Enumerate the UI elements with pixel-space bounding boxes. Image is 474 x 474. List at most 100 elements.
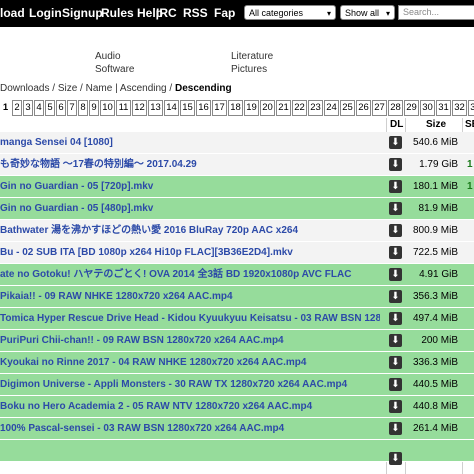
nav-upload-link[interactable]: load: [0, 0, 25, 27]
page-link[interactable]: 29: [404, 100, 419, 116]
page-link[interactable]: 5: [45, 100, 55, 116]
torrent-size: 356.3 MiB: [412, 291, 458, 302]
breadcrumb-name[interactable]: Name: [86, 83, 113, 94]
table-row: Tomica Hyper Rescue Drive Head - Kidou K…: [0, 308, 474, 330]
torrent-size: 261.4 MiB: [412, 423, 458, 434]
breadcrumb-ascending[interactable]: Ascending: [120, 83, 167, 94]
page-link[interactable]: 21: [276, 100, 291, 116]
nav-login-link[interactable]: Login: [29, 0, 62, 27]
nav-irc-link[interactable]: IRC: [156, 0, 177, 27]
col-header-dl[interactable]: DL: [390, 118, 403, 132]
download-icon[interactable]: ⬇: [389, 180, 402, 193]
page-link[interactable]: 8: [78, 100, 88, 116]
page-link: 1: [0, 100, 11, 116]
page-link[interactable]: 33: [468, 100, 474, 116]
page-link[interactable]: 2: [12, 100, 22, 116]
torrent-name-link[interactable]: Bathwater 湯を沸かすほどの熱い愛 2016 BluRay 720p A…: [0, 220, 380, 242]
page-link[interactable]: 13: [148, 100, 163, 116]
page-link[interactable]: 20: [260, 100, 275, 116]
torrent-size: 336.3 MiB: [412, 357, 458, 368]
download-icon[interactable]: ⬇: [389, 452, 402, 465]
page-link[interactable]: 25: [340, 100, 355, 116]
torrent-name-link[interactable]: Kyoukai no Rinne 2017 - 04 RAW NHKE 1280…: [0, 352, 380, 374]
page-link[interactable]: 3: [23, 100, 33, 116]
page-link[interactable]: 16: [196, 100, 211, 116]
torrent-size: [404, 440, 458, 462]
download-icon[interactable]: ⬇: [389, 312, 402, 325]
page-link[interactable]: 19: [244, 100, 259, 116]
download-icon[interactable]: ⬇: [389, 246, 402, 259]
nav-rules-help-link[interactable]: Rules Help: [101, 0, 163, 27]
category-pictures-link[interactable]: Pictures: [231, 64, 267, 75]
show-filter-select[interactable]: Show all ▾: [340, 5, 395, 20]
torrent-name-link[interactable]: Tomica Hyper Rescue Drive Head - Kidou K…: [0, 308, 380, 330]
torrent-name-link[interactable]: Gin no Guardian - 05 [720p].mkv: [0, 176, 380, 198]
torrent-name-link[interactable]: ate no Gotoku! ハヤテのごとく! OVA 2014 全3話 BD …: [0, 264, 380, 286]
page-link[interactable]: 12: [132, 100, 147, 116]
pagination: 1 2 3 4 5 6 7 8 9 10 11 12 13 14 15 16 17 18 19 20 21 22 23 24 2…: [0, 100, 474, 116]
page-link[interactable]: 15: [180, 100, 195, 116]
torrent-size: 440.8 MiB: [412, 401, 458, 412]
page-link[interactable]: 31: [436, 100, 451, 116]
page-link[interactable]: 24: [324, 100, 339, 116]
torrent-name-link[interactable]: Digimon Universe - Appli Monsters - 30 R…: [0, 374, 380, 396]
torrent-name-link[interactable]: [0, 440, 380, 462]
category-select-value: All categories: [249, 8, 304, 18]
download-icon[interactable]: ⬇: [389, 334, 402, 347]
page-link[interactable]: 26: [356, 100, 371, 116]
table-row: manga Sensei 04 [1080] ⬇ 540.6 MiB: [0, 132, 474, 154]
page-link[interactable]: 17: [212, 100, 227, 116]
breadcrumb-size[interactable]: Size: [58, 83, 77, 94]
torrent-size: 440.5 MiB: [412, 379, 458, 390]
breadcrumb-downloads[interactable]: Downloads: [0, 83, 49, 94]
download-icon[interactable]: ⬇: [389, 224, 402, 237]
download-icon[interactable]: ⬇: [389, 268, 402, 281]
download-icon[interactable]: ⬇: [389, 422, 402, 435]
page-link[interactable]: 18: [228, 100, 243, 116]
download-icon[interactable]: ⬇: [389, 202, 402, 215]
torrent-name-link[interactable]: 100% Pascal-sensei - 03 RAW BSN 1280x720…: [0, 418, 380, 440]
table-row: Boku no Hero Academia 2 - 05 RAW NTV 128…: [0, 396, 474, 418]
torrent-name-link[interactable]: Boku no Hero Academia 2 - 05 RAW NTV 128…: [0, 396, 380, 418]
seeders-count: 1: [467, 181, 473, 192]
search-input[interactable]: Search...: [398, 5, 474, 20]
page-link[interactable]: 9: [89, 100, 99, 116]
page-link[interactable]: 22: [292, 100, 307, 116]
category-software-link[interactable]: Software: [95, 64, 134, 75]
torrent-name-link[interactable]: Bu - 02 SUB ITA [BD 1080p x264 Hi10p FLA…: [0, 242, 380, 264]
col-header-size[interactable]: Size: [426, 118, 446, 132]
torrent-name-link[interactable]: manga Sensei 04 [1080]: [0, 132, 380, 154]
torrent-name-link[interactable]: Gin no Guardian - 05 [480p].mkv: [0, 198, 380, 220]
nav-signup-link[interactable]: Signup: [62, 0, 103, 27]
col-header-seeders[interactable]: SE: [465, 118, 474, 132]
page-link[interactable]: 27: [372, 100, 387, 116]
download-icon[interactable]: ⬇: [389, 290, 402, 303]
torrent-name-link[interactable]: も奇妙な物語 ～17春の特別編～ 2017.04.29: [0, 154, 380, 176]
page-link[interactable]: 7: [67, 100, 77, 116]
page-link[interactable]: 23: [308, 100, 323, 116]
category-select[interactable]: All categories ▾: [244, 5, 336, 20]
page-link[interactable]: 10: [100, 100, 115, 116]
page-link[interactable]: 30: [420, 100, 435, 116]
torrent-size: 200 MiB: [421, 335, 458, 346]
download-icon[interactable]: ⬇: [389, 158, 402, 171]
category-audio-link[interactable]: Audio: [95, 51, 121, 62]
page-link[interactable]: 6: [56, 100, 66, 116]
download-icon[interactable]: ⬇: [389, 378, 402, 391]
page-link[interactable]: 32: [452, 100, 467, 116]
page-link[interactable]: 28: [388, 100, 403, 116]
nav-rss-link[interactable]: RSS: [183, 0, 208, 27]
torrent-name-link[interactable]: Pikaia!! - 09 RAW NHKE 1280x720 x264 AAC…: [0, 286, 380, 308]
download-icon[interactable]: ⬇: [389, 400, 402, 413]
download-icon[interactable]: ⬇: [389, 136, 402, 149]
category-literature-link[interactable]: Literature: [231, 51, 273, 62]
torrent-size: 1.79 GiB: [419, 159, 458, 170]
page-link[interactable]: 11: [116, 100, 131, 116]
download-icon[interactable]: ⬇: [389, 356, 402, 369]
nav-fap-link[interactable]: Fap: [214, 0, 235, 27]
page-link[interactable]: 4: [34, 100, 44, 116]
table-row: Bathwater 湯を沸かすほどの熱い愛 2016 BluRay 720p A…: [0, 220, 474, 242]
torrent-name-link[interactable]: PuriPuri Chii-chan!! - 09 RAW BSN 1280x7…: [0, 330, 380, 352]
seeders-count: 1: [467, 159, 473, 170]
page-link[interactable]: 14: [164, 100, 179, 116]
